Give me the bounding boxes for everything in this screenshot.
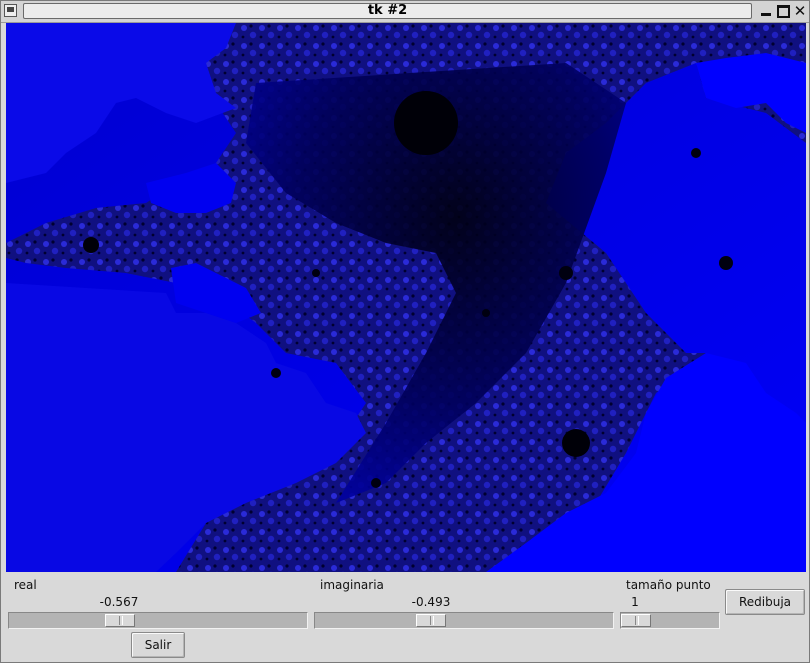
redibuja-button[interactable]: Redibuja	[725, 589, 805, 615]
tamano-punto-scale-thumb[interactable]	[621, 614, 651, 627]
real-scale-thumb[interactable]	[105, 614, 135, 627]
tamano-punto-value: 1	[631, 595, 639, 609]
real-label: real	[14, 578, 37, 592]
window-menu-icon[interactable]	[4, 4, 17, 17]
real-scale[interactable]	[8, 612, 308, 629]
fractal-canvas[interactable]	[6, 23, 806, 572]
title-bar: tk #2 ✕	[1, 1, 809, 23]
real-value: -0.567	[99, 595, 139, 609]
minimize-icon[interactable]	[758, 3, 774, 19]
title-field[interactable]: tk #2	[23, 3, 752, 19]
salir-button[interactable]: Salir	[131, 632, 185, 658]
maximize-icon[interactable]	[775, 3, 791, 19]
imaginaria-scale[interactable]	[314, 612, 614, 629]
close-icon[interactable]: ✕	[792, 3, 808, 19]
window-title: tk #2	[367, 3, 408, 18]
tamano-punto-label: tamaño punto	[626, 578, 711, 592]
imaginaria-scale-thumb[interactable]	[416, 614, 446, 627]
imaginaria-label: imaginaria	[320, 578, 384, 592]
imaginaria-value: -0.493	[411, 595, 451, 609]
julia-set-image	[6, 23, 806, 572]
app-window: tk #2 ✕ real -0.567 imaginaria -0.493 ta…	[0, 0, 810, 663]
tamano-punto-scale[interactable]	[620, 612, 720, 629]
